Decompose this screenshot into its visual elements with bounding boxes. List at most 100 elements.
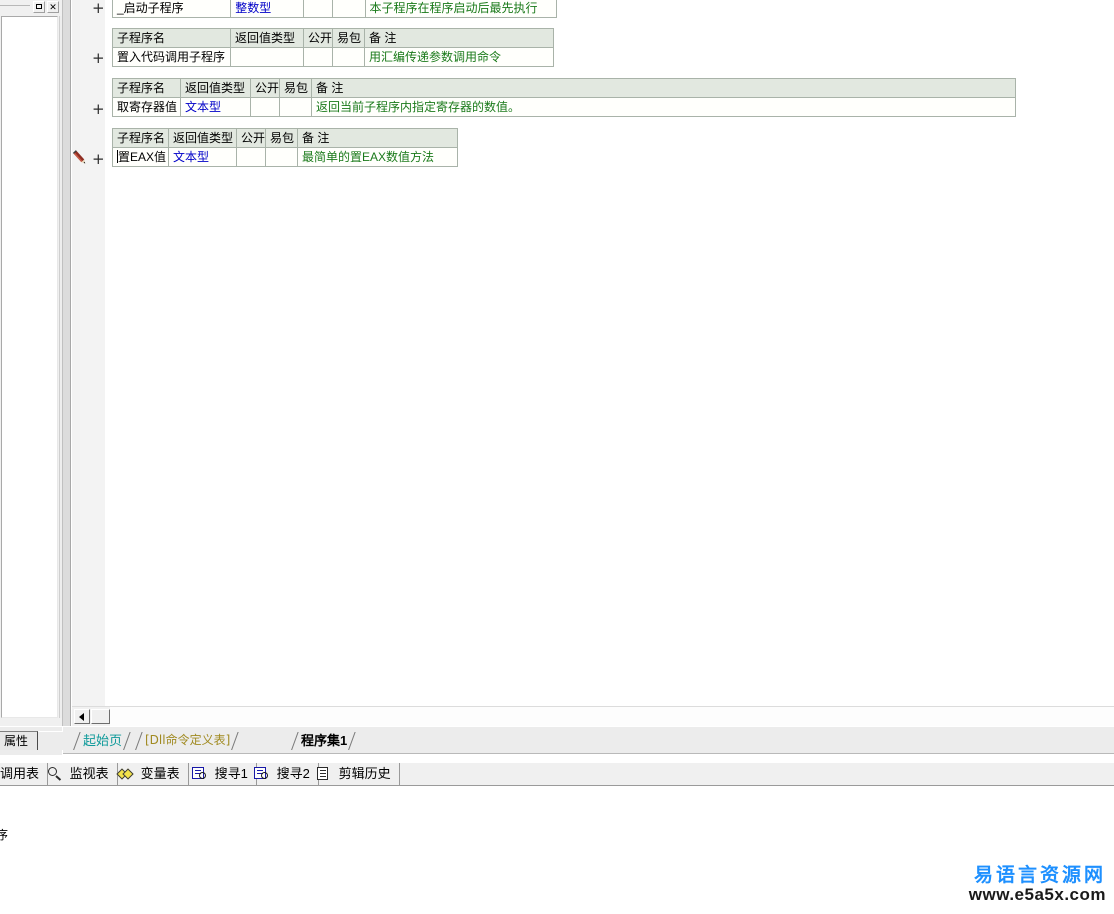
table-row[interactable]: 取寄存器值 文本型 返回当前子程序内指定寄存器的数值。: [112, 97, 1016, 117]
cell-routine-name[interactable]: 置入代码调用子程序: [112, 47, 231, 67]
diamonds-icon: [116, 767, 134, 781]
cell-easy-pack[interactable]: [332, 0, 366, 18]
cell-public[interactable]: [236, 147, 266, 167]
bottom-toolstrip: 调用表 监视表 变量表 搜寻1 搜寻2 剪辑历史: [0, 762, 1114, 786]
document-tabstrip: 起始页 [Dll命令定义表] 程序集1: [63, 726, 1114, 754]
expander-startup-routine[interactable]: +: [92, 1, 105, 16]
cell-easy-pack[interactable]: [265, 147, 298, 167]
titlebar-rule: [0, 5, 30, 6]
table-header-row: 子程序名 返回值类型 公开 易包 备 注: [112, 28, 554, 48]
tab-dll-command-table[interactable]: [Dll命令定义表]: [139, 731, 234, 751]
tool-tab-search-1[interactable]: 搜寻1: [186, 763, 257, 785]
th-easy-pack: 易包: [332, 28, 365, 48]
routine-table-inline-asm-call[interactable]: 子程序名 返回值类型 公开 易包 备 注 置入代码调用子程序 用汇编传递参数调用…: [112, 28, 554, 67]
cell-routine-name[interactable]: _启动子程序: [111, 0, 232, 18]
tool-tab-search-2[interactable]: 搜寻2: [248, 763, 319, 785]
cell-return-type[interactable]: 文本型: [180, 97, 251, 117]
tab-properties[interactable]: 属性: [0, 731, 38, 750]
table-row[interactable]: 置EAX值 文本型 最简单的置EAX数值方法: [112, 147, 458, 167]
th-public: 公开: [236, 128, 266, 148]
book-search-icon: [192, 767, 208, 781]
cell-routine-name-text: 置EAX值: [118, 150, 167, 164]
hscrollbar-thumb[interactable]: [91, 709, 110, 724]
scroll-left-icon[interactable]: [74, 709, 90, 724]
table-row[interactable]: 置入代码调用子程序 用汇编传递参数调用命令: [112, 47, 554, 67]
clipboard-history-icon: [316, 767, 332, 781]
tool-tab-call-table-label: 调用表: [0, 766, 40, 781]
tab-edge-left: [290, 732, 299, 750]
tool-tab-watch-table[interactable]: 监视表: [41, 763, 118, 785]
tool-tab-search-1-label: 搜寻1: [214, 766, 248, 781]
th-routine-name: 子程序名: [112, 28, 231, 48]
properties-tabstrip-filler: [38, 731, 64, 750]
th-routine-name: 子程序名: [112, 128, 169, 148]
routine-table-startup[interactable]: _启动子程序 整数型 本子程序在程序启动后最先执行: [111, 0, 558, 18]
tab-start-page-label: 起始页: [83, 733, 123, 748]
cell-note[interactable]: 本子程序在程序启动后最先执行: [364, 0, 558, 18]
tool-tab-search-2-label: 搜寻2: [276, 766, 310, 781]
cell-public[interactable]: [303, 47, 333, 67]
cell-return-type[interactable]: 文本型: [168, 147, 237, 167]
tab-edge-right: [347, 732, 356, 750]
left-panel-content: [1, 16, 58, 718]
maximize-icon[interactable]: [33, 1, 45, 13]
cell-note[interactable]: 最简单的置EAX数值方法: [297, 147, 458, 167]
expander-set-eax[interactable]: +: [92, 152, 105, 167]
watermark: 易语言资源网 www.e5a5x.com: [969, 864, 1106, 904]
tab-start-page[interactable]: 起始页: [77, 731, 126, 751]
tool-tab-variable-table[interactable]: 变量表: [112, 763, 189, 785]
table-header-row: 子程序名 返回值类型 公开 易包 备 注: [112, 128, 458, 148]
table-row[interactable]: _启动子程序 整数型 本子程序在程序启动后最先执行: [111, 0, 558, 18]
th-note: 备 注: [364, 28, 554, 48]
expander-inline-asm-call[interactable]: +: [92, 51, 105, 66]
cell-public[interactable]: [250, 97, 280, 117]
th-return-type: 返回值类型: [230, 28, 304, 48]
cell-note[interactable]: 用汇编传递参数调用命令: [364, 47, 554, 67]
left-panel-scrollbar[interactable]: [59, 16, 62, 718]
th-easy-pack: 易包: [265, 128, 298, 148]
cell-note[interactable]: 返回当前子程序内指定寄存器的数值。: [311, 97, 1016, 117]
editor-horizontal-scrollbar[interactable]: [72, 706, 1114, 726]
cell-return-type[interactable]: [230, 47, 304, 67]
properties-tabstrip: 属性: [0, 726, 64, 755]
code-editor-surface[interactable]: + + + + _启动子程序 整数型 本子程序在程序启动后最先执行 子程序名 返…: [72, 0, 1114, 706]
th-note: 备 注: [311, 78, 1016, 98]
watermark-site-name: 易语言资源网: [973, 864, 1106, 887]
tool-tab-clip-history[interactable]: 剪辑历史: [310, 763, 400, 785]
magnifier-icon: [47, 767, 63, 781]
output-text: 序: [0, 828, 9, 842]
tool-tab-variable-table-label: 变量表: [140, 766, 180, 781]
tool-tab-clip-history-label: 剪辑历史: [338, 766, 391, 781]
th-routine-name: 子程序名: [112, 78, 181, 98]
routine-table-get-register[interactable]: 子程序名 返回值类型 公开 易包 备 注 取寄存器值 文本型 返回当前子程序内指…: [112, 78, 1016, 117]
routine-table-set-eax[interactable]: 子程序名 返回值类型 公开 易包 备 注 置EAX值 文本型 最简单的置EAX数…: [112, 128, 458, 167]
cell-return-type[interactable]: 整数型: [230, 0, 305, 18]
tab-dll-command-table-label: [Dll命令定义表]: [145, 733, 231, 747]
editor-gutter: [63, 0, 71, 726]
tab-edge-left: [134, 732, 143, 750]
tab-program-set-1[interactable]: 程序集1: [295, 731, 351, 751]
table-header-row: 子程序名 返回值类型 公开 易包 备 注: [112, 78, 1016, 98]
th-return-type: 返回值类型: [168, 128, 237, 148]
th-return-type: 返回值类型: [180, 78, 251, 98]
cell-easy-pack[interactable]: [332, 47, 365, 67]
th-public: 公开: [303, 28, 333, 48]
tool-tab-watch-table-label: 监视表: [69, 766, 109, 781]
tab-program-set-1-label: 程序集1: [301, 733, 348, 748]
tab-edge-left: [72, 732, 81, 750]
cell-routine-name[interactable]: 置EAX值: [112, 147, 169, 167]
close-icon[interactable]: ✕: [47, 1, 59, 13]
hscrollbar-track[interactable]: [110, 707, 1114, 726]
expander-get-register[interactable]: +: [92, 102, 105, 117]
cell-routine-name[interactable]: 取寄存器值: [112, 97, 181, 117]
output-pane[interactable]: 序: [0, 786, 1114, 914]
th-note: 备 注: [297, 128, 458, 148]
tab-edge-right: [230, 732, 239, 750]
pencil-icon: [70, 148, 90, 168]
left-dock-panel: ✕: [0, 0, 63, 726]
cell-easy-pack[interactable]: [279, 97, 312, 117]
th-public: 公开: [250, 78, 280, 98]
cell-public[interactable]: [303, 0, 334, 18]
th-easy-pack: 易包: [279, 78, 312, 98]
left-panel-titlebar: ✕: [0, 0, 62, 14]
